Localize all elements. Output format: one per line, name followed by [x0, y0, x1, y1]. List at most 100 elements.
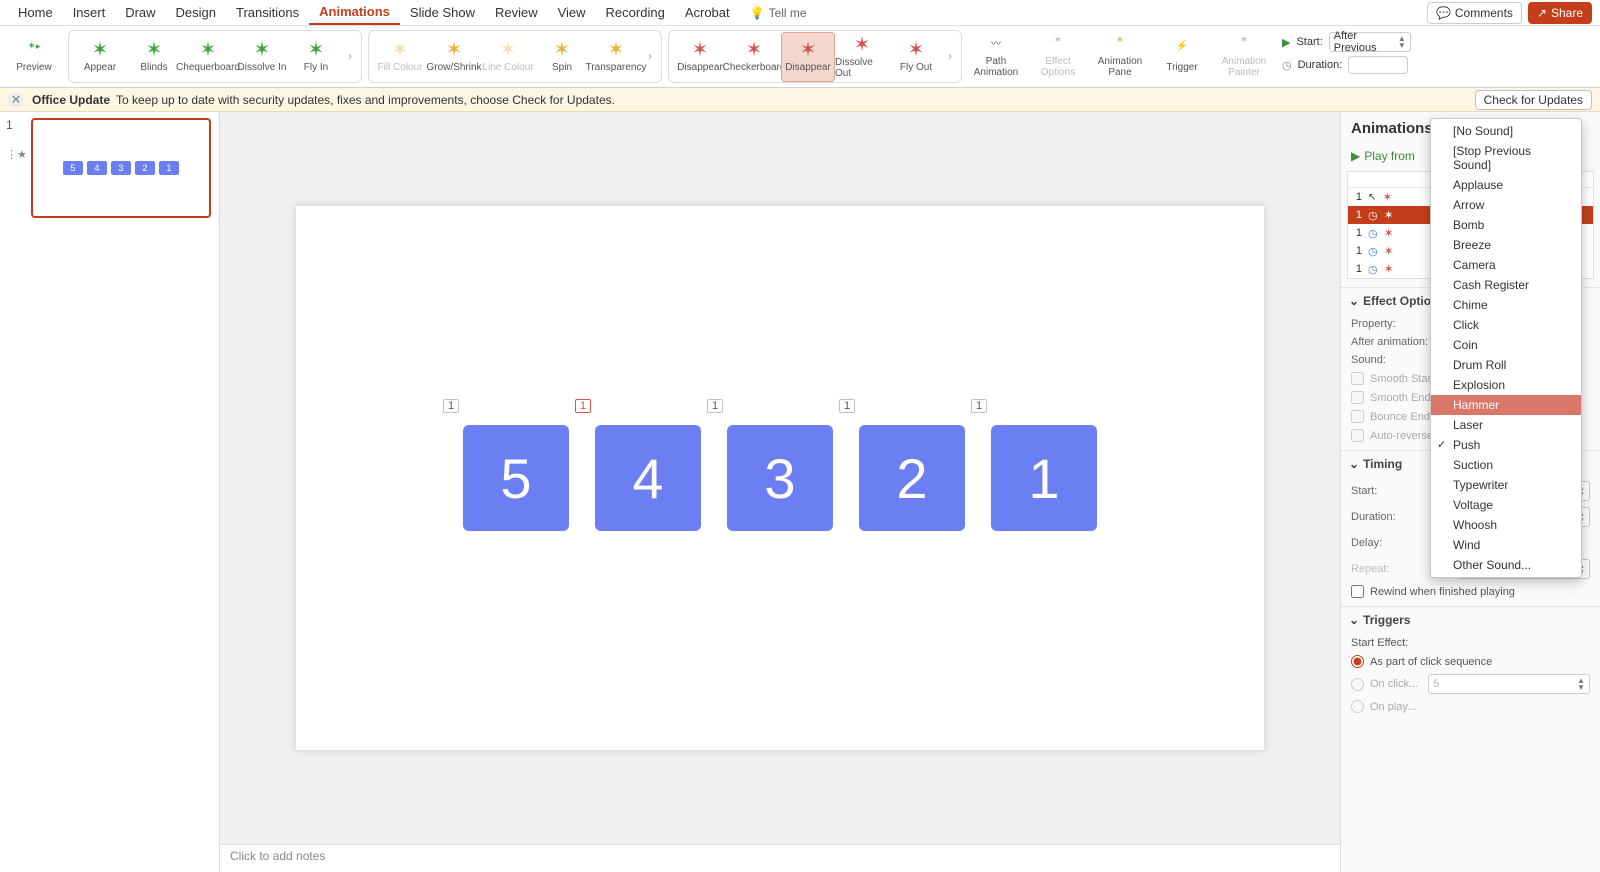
sound-option[interactable]: [Stop Previous Sound] [1431, 141, 1581, 175]
anim-fill-colour[interactable]: ✶Fill Colour [373, 32, 427, 82]
check-updates-button[interactable]: Check for Updates [1475, 90, 1592, 110]
slide-tile[interactable]: 11 [991, 425, 1097, 531]
sound-option[interactable]: Voltage [1431, 495, 1581, 515]
thumb-box: 1 [159, 161, 179, 175]
slide-thumb-1[interactable]: 5 4 3 2 1 [31, 118, 211, 218]
close-banner-icon[interactable]: ✕ [8, 92, 24, 108]
main: 1 ⋮★ 5 4 3 2 1 5141312111 Click to add n… [0, 112, 1600, 872]
star-icon: ✶ [200, 40, 217, 60]
tell-me[interactable]: 💡Tell me [750, 6, 807, 20]
anim-dissolve-in[interactable]: ✶Dissolve In [235, 32, 289, 82]
sound-option[interactable]: Typewriter [1431, 475, 1581, 495]
sound-option[interactable]: Hammer [1431, 395, 1581, 415]
anim-tag[interactable]: 1 [575, 399, 591, 413]
slide-tile[interactable]: 21 [859, 425, 965, 531]
emphasis-more[interactable]: › [643, 51, 657, 62]
sound-option[interactable]: [No Sound] [1431, 121, 1581, 141]
star-icon: ✶ [608, 40, 625, 60]
tab-home[interactable]: Home [8, 1, 63, 24]
animation-pane-button[interactable]: ✶Animation Pane [1092, 30, 1148, 83]
sound-option[interactable]: Suction [1431, 455, 1581, 475]
tab-insert[interactable]: Insert [63, 1, 116, 24]
star-icon: ✶ [1384, 262, 1394, 276]
anim-tag[interactable]: 1 [971, 399, 987, 413]
sound-option[interactable]: Whoosh [1431, 515, 1581, 535]
tab-acrobat[interactable]: Acrobat [675, 1, 740, 24]
anim-appear[interactable]: ✶Appear [73, 32, 127, 82]
sound-option[interactable]: ✓Push [1431, 435, 1581, 455]
sound-option[interactable]: Coin [1431, 335, 1581, 355]
rewind-check[interactable] [1351, 585, 1364, 598]
path-animation-button[interactable]: 〰Path Animation [968, 30, 1024, 83]
ribbon: ✶▸ Preview ✶Appear ✶Blinds ✶Chequerboard… [0, 26, 1600, 88]
anim-disappear[interactable]: ✶Disappear [673, 32, 727, 82]
star-icon: ✶ [446, 40, 463, 60]
bounce-end-check [1351, 410, 1364, 423]
comments-button[interactable]: 💬Comments [1427, 2, 1522, 24]
onclick-select: 5▲▼ [1428, 674, 1590, 694]
slide[interactable]: 5141312111 [296, 206, 1264, 750]
animation-painter-button: ✶Animation Painter [1216, 30, 1272, 83]
sound-option[interactable]: Breeze [1431, 235, 1581, 255]
sound-option[interactable]: Bomb [1431, 215, 1581, 235]
triggers-section[interactable]: ⌄Triggers [1341, 607, 1600, 633]
trigger-seq-radio[interactable] [1351, 655, 1364, 668]
slide-tile[interactable]: 31 [727, 425, 833, 531]
sound-option[interactable]: Arrow [1431, 195, 1581, 215]
tab-animations[interactable]: Animations [309, 0, 400, 25]
anim-line-colour[interactable]: ✶Line Colour [481, 32, 535, 82]
anim-tag[interactable]: 1 [839, 399, 855, 413]
sound-option[interactable]: Chime [1431, 295, 1581, 315]
duration-input[interactable] [1348, 56, 1408, 74]
sound-option[interactable]: Other Sound... [1431, 555, 1581, 575]
thumb-box: 3 [111, 161, 131, 175]
sound-option[interactable]: Explosion [1431, 375, 1581, 395]
share-button[interactable]: ↗Share [1528, 2, 1592, 24]
sound-option[interactable]: Drum Roll [1431, 355, 1581, 375]
preview-button[interactable]: ✶▸ Preview [6, 30, 62, 83]
tab-recording[interactable]: Recording [596, 1, 675, 24]
anim-spin[interactable]: ✶Spin [535, 32, 589, 82]
duration-label: Duration: [1298, 59, 1343, 71]
sound-dropdown[interactable]: [No Sound][Stop Previous Sound]ApplauseA… [1430, 118, 1582, 578]
clock-icon: ◷ [1368, 227, 1378, 240]
anim-disappear-sel[interactable]: ✶Disappear [781, 32, 835, 82]
tab-design[interactable]: Design [166, 1, 226, 24]
trigger-button[interactable]: ⚡Trigger [1154, 30, 1210, 83]
tab-review[interactable]: Review [485, 1, 548, 24]
banner-msg: To keep up to date with security updates… [116, 93, 615, 107]
tab-view[interactable]: View [548, 1, 596, 24]
sound-option[interactable]: Camera [1431, 255, 1581, 275]
start-select[interactable]: After Previous▲▼ [1329, 32, 1411, 52]
notes-pane[interactable]: Click to add notes [220, 844, 1340, 872]
slide-tile[interactable]: 41 [595, 425, 701, 531]
anim-blinds[interactable]: ✶Blinds [127, 32, 181, 82]
star-icon: ✶ [254, 40, 271, 60]
anim-transparency[interactable]: ✶Transparency [589, 32, 643, 82]
anim-indicator-icon: ⋮★ [6, 148, 27, 161]
sound-option[interactable]: Wind [1431, 535, 1581, 555]
tab-slideshow[interactable]: Slide Show [400, 1, 485, 24]
exit-more[interactable]: › [943, 51, 957, 62]
anim-tag[interactable]: 1 [707, 399, 723, 413]
check-icon: ✓ [1437, 438, 1446, 451]
tab-transitions[interactable]: Transitions [226, 1, 309, 24]
anim-chequerboard[interactable]: ✶Chequerboard [181, 32, 235, 82]
anim-grow-shrink[interactable]: ✶Grow/Shrink [427, 32, 481, 82]
star-icon: ✶ [146, 40, 163, 60]
anim-tag[interactable]: 1 [443, 399, 459, 413]
tab-draw[interactable]: Draw [115, 1, 165, 24]
sound-option[interactable]: Click [1431, 315, 1581, 335]
clock-icon: ◷ [1368, 245, 1378, 258]
anim-fly-in[interactable]: ✶Fly In [289, 32, 343, 82]
chevron-down-icon: ⌄ [1349, 613, 1359, 627]
sound-option[interactable]: Cash Register [1431, 275, 1581, 295]
anim-dissolve-out[interactable]: ✶Dissolve Out [835, 32, 889, 82]
slide-tile[interactable]: 51 [463, 425, 569, 531]
entrance-more[interactable]: › [343, 51, 357, 62]
sound-option[interactable]: Applause [1431, 175, 1581, 195]
anim-checkerboard[interactable]: ✶Checkerboard [727, 32, 781, 82]
sound-option[interactable]: Laser [1431, 415, 1581, 435]
update-banner: ✕ Office Update To keep up to date with … [0, 88, 1600, 112]
anim-fly-out[interactable]: ✶Fly Out [889, 32, 943, 82]
